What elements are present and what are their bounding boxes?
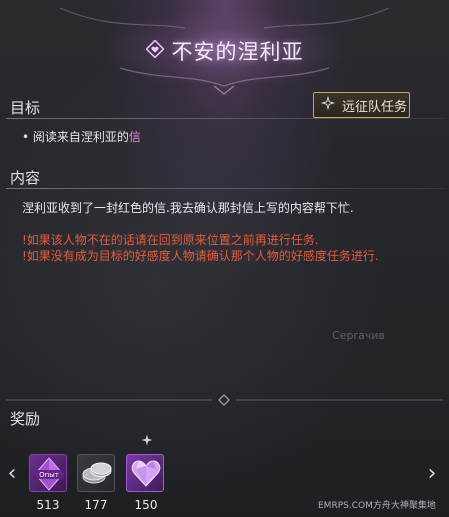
objective-item: • 阅读来自涅利亚的信 bbox=[22, 128, 141, 145]
purple-heart-gem-icon bbox=[131, 460, 161, 487]
rewards-prev-arrow[interactable]: ‹ bbox=[4, 458, 20, 488]
footer-credit: EMRPS.COM方舟大神聚集地 bbox=[318, 501, 436, 511]
objective-section-label: 目标 bbox=[10, 99, 41, 117]
quest-title: 不安的涅利亚 bbox=[171, 40, 304, 64]
reward-marker-icon bbox=[141, 434, 153, 446]
title-row: 不安的涅利亚 bbox=[0, 33, 449, 69]
reward-slot-exp[interactable]: Опыт bbox=[29, 454, 67, 492]
expedition-star-icon bbox=[320, 95, 336, 115]
reward-slot-silver[interactable] bbox=[77, 454, 115, 492]
exp-crystal-icon: Опыт bbox=[34, 457, 64, 491]
reward-count-exp: 513 bbox=[36, 498, 60, 512]
objective-bullet: • bbox=[22, 130, 30, 144]
exp-crystal-label: Опыт bbox=[39, 471, 59, 479]
content-section-label: 内容 bbox=[10, 169, 41, 187]
objective-highlight: 信 bbox=[128, 130, 141, 144]
silver-coins-icon bbox=[82, 462, 112, 484]
warning-line-2: !如果没有成为目标的好感度人物请确认那个人物的好感度任务进行. bbox=[22, 249, 379, 263]
objective-text: 阅读来自涅利亚的 bbox=[32, 130, 129, 144]
content-divider bbox=[6, 188, 443, 189]
reward-count-gem: 150 bbox=[134, 498, 158, 512]
background-faint-text: Cepraчив bbox=[332, 329, 385, 342]
quest-header: 不安的涅利亚 bbox=[0, 0, 449, 95]
heart-diamond-icon bbox=[144, 39, 165, 62]
reward-slot-gem[interactable] bbox=[126, 454, 164, 492]
rewards-section-label: 奖励 bbox=[10, 410, 41, 428]
objective-divider bbox=[6, 118, 443, 119]
content-paragraph: 涅利亚收到了一封红色的信.我去确认那封信上写的内容帮下忙. bbox=[22, 201, 354, 215]
rewards-divider bbox=[6, 394, 443, 406]
quest-detail-panel: 不安的涅利亚 目标 远征队任务 • 阅读来自涅利亚的信 内容 涅利亚收到了一封红… bbox=[0, 0, 449, 517]
expedition-quest-badge-label: 远征队任务 bbox=[342, 99, 408, 115]
reward-count-silver: 177 bbox=[84, 498, 108, 512]
warning-line-1: !如果该人物不在的话请在回到原来位置之前再进行任务. bbox=[22, 233, 319, 247]
expedition-quest-badge[interactable]: 远征队任务 bbox=[313, 92, 410, 118]
rewards-next-arrow[interactable]: › bbox=[424, 458, 440, 488]
